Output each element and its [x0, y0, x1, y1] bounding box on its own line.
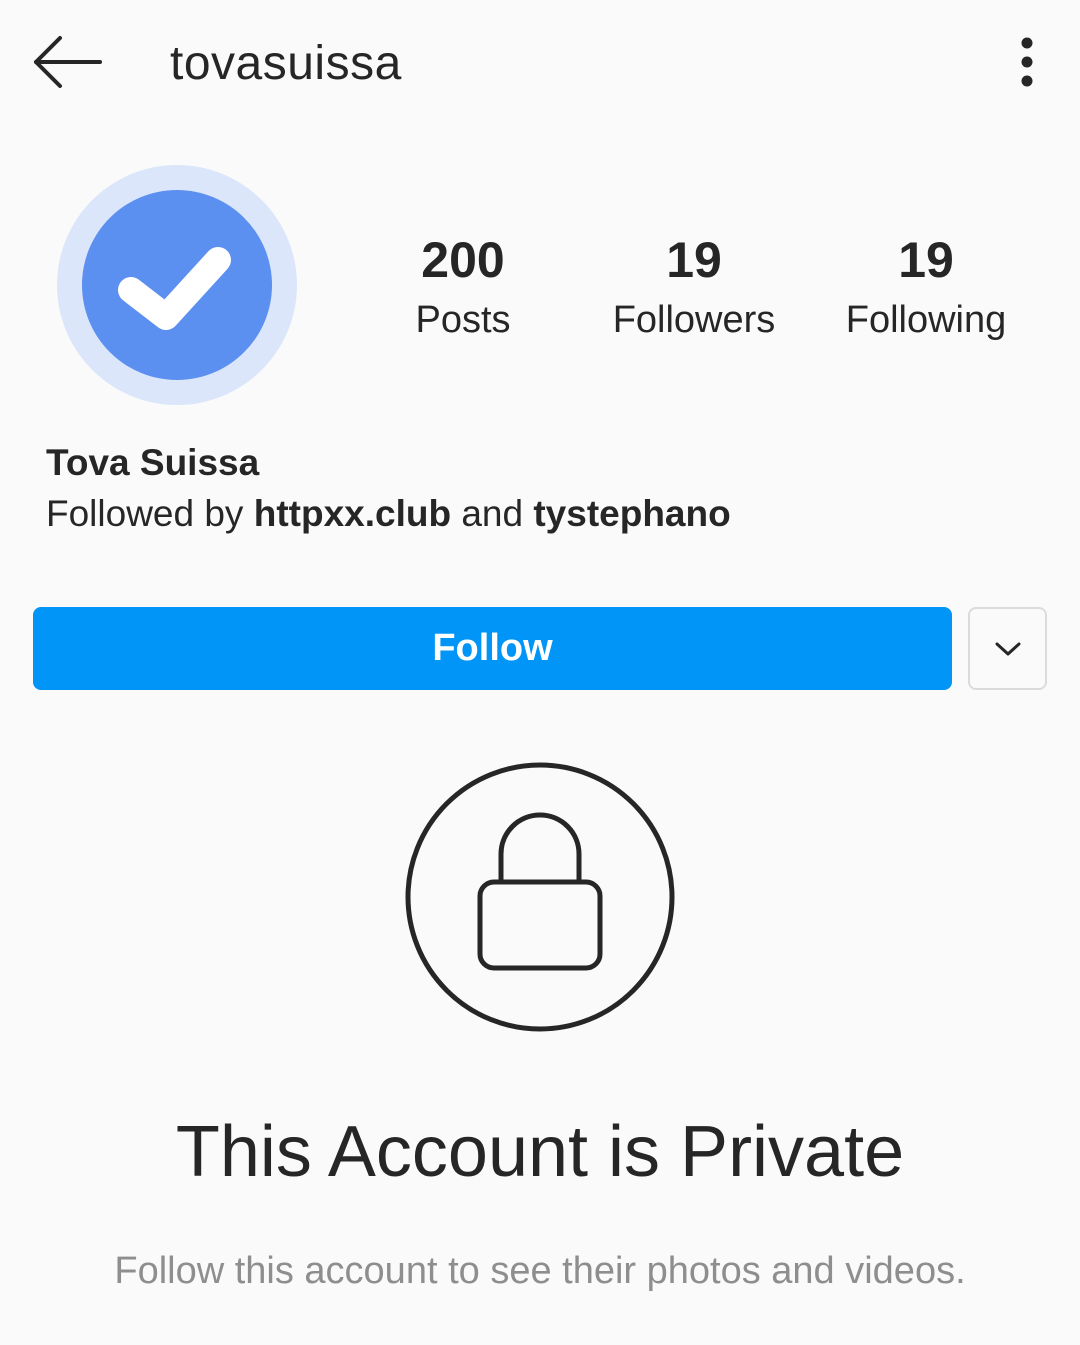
following-label: Following — [845, 299, 1007, 341]
top-bar: tovasuissa — [0, 0, 1080, 128]
private-account-lock — [405, 762, 675, 1032]
full-name: Tova Suissa — [46, 442, 260, 483]
mutual-follower-link[interactable]: httpxx.club — [254, 493, 451, 534]
followed-by-text[interactable]: Followed by httpxx.club and tystephano — [46, 488, 1046, 540]
arrow-left-icon — [34, 36, 102, 88]
posts-label: Posts — [415, 299, 511, 341]
following-count: 19 — [898, 232, 954, 288]
profile-stats: 200 Posts 19 Followers 19 Following — [0, 228, 1080, 358]
mutual-follower-link[interactable]: tystephano — [533, 493, 730, 534]
posts-count: 200 — [421, 232, 505, 288]
back-button[interactable] — [28, 30, 108, 94]
lock-icon — [405, 762, 675, 1032]
followers-label: Followers — [612, 299, 776, 341]
followers-count: 19 — [666, 232, 722, 288]
profile-bio: Tova Suissa Followed by httpxx.club and … — [46, 438, 1046, 540]
follow-button[interactable]: Follow — [33, 607, 952, 690]
stat-posts[interactable]: 200 Posts — [348, 228, 578, 348]
suggested-accounts-dropdown-button[interactable] — [968, 607, 1047, 690]
stat-following[interactable]: 19 Following — [811, 228, 1041, 348]
stat-followers[interactable]: 19 Followers — [579, 228, 809, 348]
followed-by-conjunction: and — [451, 493, 534, 534]
private-account-subtitle: Follow this account to see their photos … — [114, 1250, 966, 1292]
more-options-button[interactable] — [1005, 36, 1049, 92]
vertical-ellipsis-icon — [1021, 37, 1033, 87]
profile-username: tovasuissa — [170, 37, 402, 90]
followed-by-prefix: Followed by — [46, 493, 254, 534]
private-account-title: This Account is Private — [175, 1112, 905, 1192]
chevron-down-icon — [995, 642, 1020, 655]
